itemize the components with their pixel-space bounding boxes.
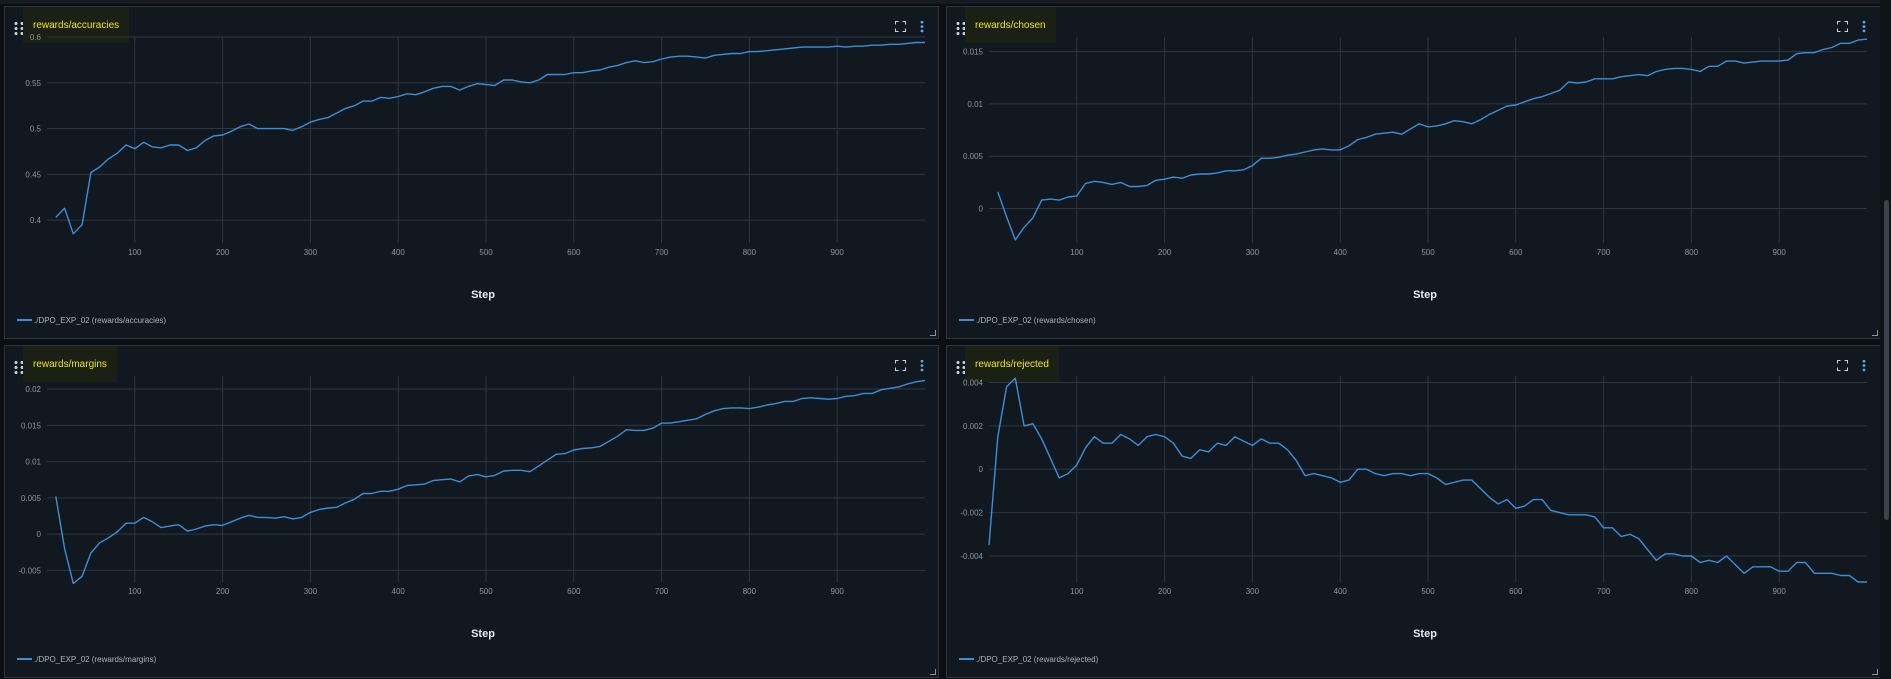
y-tick-label: 0.004	[963, 379, 984, 388]
y-tick-label: 0.002	[963, 422, 984, 431]
x-tick-label: 300	[1246, 587, 1260, 596]
x-axis-title: Step	[1413, 628, 1437, 640]
chart-plot: -0.005 0 0.005 0.01 0.015 0.02 100 200 300 400 500…	[18, 376, 926, 640]
legend-swatch	[17, 319, 32, 321]
x-tick-label: 200	[1158, 248, 1172, 257]
panel-rewards-accuracies: rewards/accuracies 0.4 0.45 0.5 0.55 0.6 100 2…	[4, 6, 939, 339]
y-tick-label: -0.002	[960, 509, 983, 518]
chart-plot: 0.4 0.45 0.5 0.55 0.6 100 200 300 400 500 600 700 80…	[25, 33, 925, 301]
x-tick-label: 200	[216, 248, 230, 257]
x-tick-label: 500	[1421, 587, 1435, 596]
x-tick-label: 700	[655, 248, 669, 257]
x-tick-label: 600	[567, 587, 581, 596]
series-line	[55, 379, 926, 585]
y-tick-label: 0.4	[30, 216, 42, 225]
x-tick-label: 300	[1246, 248, 1260, 257]
x-tick-label: 400	[392, 248, 406, 257]
legend-swatch	[959, 319, 974, 321]
legend-label: ./DPO_EXP_02 (rewards/margins)	[34, 654, 157, 664]
y-tick-label: 0.02	[25, 385, 41, 394]
x-tick-label: 600	[567, 248, 581, 257]
x-tick-label: 700	[655, 587, 669, 596]
y-tick-label: 0.01	[967, 100, 983, 109]
legend-swatch	[17, 658, 32, 660]
x-tick-label: 400	[392, 587, 406, 596]
legend-label: ./DPO_EXP_02 (rewards/chosen)	[976, 315, 1096, 325]
y-tick-label: -0.004	[960, 552, 983, 561]
chart-plot: 0 0.005 0.01 0.015 100 200 300 400 500 600 700 800 9…	[963, 37, 1868, 301]
resize-handle[interactable]	[1872, 330, 1878, 336]
x-tick-label: 600	[1509, 248, 1523, 257]
panel-rewards-rejected: rewards/rejected -0.004 -0.002 0 0.002 0.004…	[946, 345, 1881, 678]
legend-label: ./DPO_EXP_02 (rewards/accuracies)	[34, 315, 167, 325]
x-tick-label: 400	[1334, 587, 1348, 596]
x-axis-title: Step	[1413, 289, 1437, 301]
legend[interactable]: ./DPO_EXP_02 (rewards/margins)	[17, 653, 156, 665]
x-axis-title: Step	[471, 289, 495, 301]
series-line	[55, 41, 925, 235]
x-tick-label: 900	[831, 587, 845, 596]
legend[interactable]: ./DPO_EXP_02 (rewards/rejected)	[959, 653, 1098, 665]
y-tick-label: 0.6	[30, 33, 42, 42]
x-tick-label: 800	[743, 248, 757, 257]
y-tick-label: 0.005	[963, 152, 984, 161]
chart-plot: -0.004 -0.002 0 0.002 0.004 100 200 300 400 500 60…	[960, 376, 1867, 640]
x-tick-label: 100	[128, 248, 142, 257]
y-tick-label: 0	[37, 530, 42, 539]
x-tick-label: 300	[304, 587, 318, 596]
y-tick-label: 0	[979, 204, 984, 213]
y-tick-label: 0.5	[30, 125, 42, 134]
legend-swatch	[959, 658, 974, 660]
x-tick-label: 700	[1597, 248, 1611, 257]
x-tick-label: 200	[1158, 587, 1172, 596]
x-tick-label: 500	[1421, 248, 1435, 257]
x-tick-label: 300	[304, 248, 318, 257]
x-axis-title: Step	[471, 628, 495, 640]
x-tick-label: 800	[1685, 248, 1699, 257]
x-tick-label: 200	[216, 587, 230, 596]
x-tick-label: 900	[1773, 587, 1787, 596]
page-scrollbar-thumb[interactable]	[1884, 200, 1889, 520]
y-tick-label: 0.45	[25, 170, 41, 179]
x-tick-label: 500	[479, 248, 493, 257]
x-tick-label: 800	[743, 587, 757, 596]
panel-rewards-margins: rewards/margins -0.005 0 0.005 0.01 0.015 0.0…	[4, 345, 939, 678]
resize-handle[interactable]	[1872, 669, 1878, 675]
legend-label: ./DPO_EXP_02 (rewards/rejected)	[976, 654, 1099, 664]
x-tick-label: 500	[479, 587, 493, 596]
legend[interactable]: ./DPO_EXP_02 (rewards/chosen)	[959, 314, 1096, 326]
resize-handle[interactable]	[930, 669, 936, 675]
x-tick-label: 100	[128, 587, 142, 596]
panel-rewards-chosen: rewards/chosen 0 0.005 0.01 0.015 100 200 300 4…	[946, 6, 1881, 339]
y-tick-label: 0.015	[963, 48, 984, 57]
resize-handle[interactable]	[930, 330, 936, 336]
y-tick-label: 0.55	[25, 79, 41, 88]
y-tick-label: 0	[979, 465, 984, 474]
x-tick-label: 600	[1509, 587, 1523, 596]
legend[interactable]: ./DPO_EXP_02 (rewards/accuracies)	[17, 314, 166, 326]
x-tick-label: 400	[1334, 248, 1348, 257]
y-tick-label: 0.005	[21, 494, 42, 503]
x-tick-label: 700	[1597, 587, 1611, 596]
x-tick-label: 800	[1685, 587, 1699, 596]
y-tick-label: 0.01	[25, 458, 41, 467]
top-strip	[0, 0, 1891, 4]
x-tick-label: 100	[1070, 248, 1084, 257]
series-line	[997, 38, 1868, 241]
x-tick-label: 900	[1773, 248, 1787, 257]
x-tick-label: 100	[1070, 587, 1084, 596]
y-tick-label: 0.015	[21, 421, 42, 430]
y-tick-label: -0.005	[18, 566, 41, 575]
x-tick-label: 900	[831, 248, 845, 257]
